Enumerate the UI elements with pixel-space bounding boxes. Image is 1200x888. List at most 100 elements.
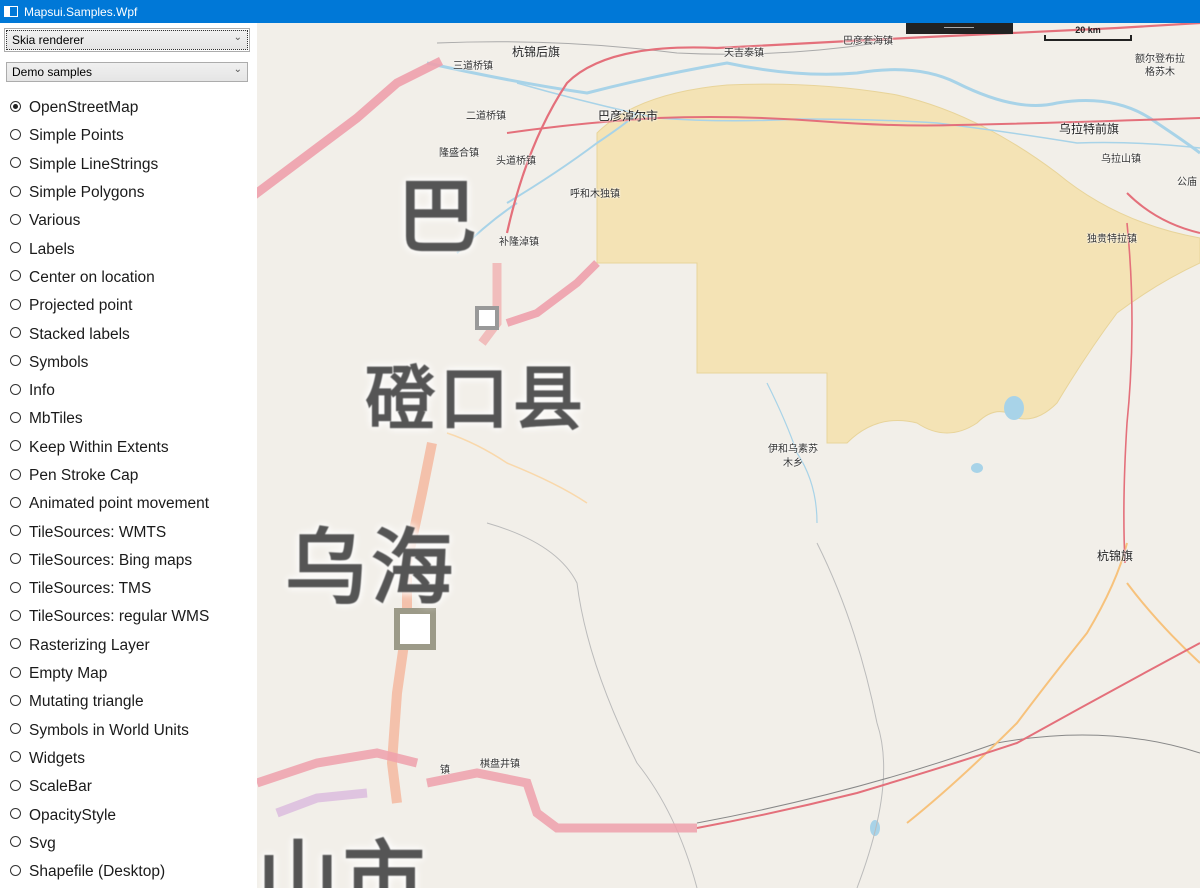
- highway: [696, 642, 1200, 829]
- radio-button[interactable]: [10, 270, 21, 282]
- sample-label: Center on location: [29, 268, 155, 286]
- renderer-select[interactable]: Skia renderer ⌄: [4, 28, 250, 52]
- radio-button[interactable]: [10, 553, 21, 565]
- map-label: 棋盘井镇: [480, 759, 520, 770]
- map-label: 木乡: [783, 458, 803, 469]
- radio-button[interactable]: [10, 525, 21, 537]
- map-label: 公庙: [1177, 177, 1197, 188]
- sample-radio-item[interactable]: Simple Polygons: [10, 179, 209, 207]
- sample-radio-item[interactable]: TileSources: TMS: [10, 575, 209, 603]
- map-label: 头道桥镇: [496, 156, 536, 167]
- sample-label: Stacked labels: [29, 325, 130, 343]
- town-marker: [475, 306, 499, 330]
- sample-radio-item[interactable]: Rasterizing Layer: [10, 632, 209, 660]
- sample-label: OpacityStyle: [29, 806, 117, 824]
- radio-button[interactable]: [10, 157, 21, 169]
- sample-radio-item[interactable]: Pen Stroke Cap: [10, 462, 209, 490]
- map-top-box: [906, 23, 1013, 34]
- title-bar: Mapsui.Samples.Wpf: [0, 0, 1200, 23]
- sample-radio-item[interactable]: Projected point: [10, 292, 209, 320]
- radio-button[interactable]: [10, 581, 21, 593]
- renderer-select-value: Skia renderer: [12, 33, 85, 47]
- scale-bar-label: 20 km: [1075, 25, 1101, 35]
- category-select[interactable]: Demo samples ⌄: [6, 62, 248, 82]
- map-label: 杭锦后旗: [512, 45, 561, 59]
- radio-button[interactable]: [10, 468, 21, 480]
- map-label: 镇: [440, 765, 450, 776]
- radio-button[interactable]: [10, 723, 21, 735]
- radio-button[interactable]: [10, 751, 21, 763]
- radio-button[interactable]: [10, 327, 21, 339]
- magnified-label: 乌海: [285, 521, 458, 616]
- radio-button[interactable]: [10, 383, 21, 395]
- radio-button[interactable]: [10, 864, 21, 876]
- sample-radio-item[interactable]: TileSources: Bing maps: [10, 547, 209, 575]
- radio-button[interactable]: [10, 213, 21, 225]
- radio-button[interactable]: [10, 242, 21, 254]
- sample-radio-item[interactable]: Symbols in World Units: [10, 717, 209, 745]
- sample-label: Widgets: [29, 749, 85, 767]
- sample-radio-item[interactable]: MbTiles: [10, 405, 209, 433]
- sample-label: Projected point: [29, 297, 133, 315]
- radio-button[interactable]: [10, 609, 21, 621]
- radio-button[interactable]: [10, 100, 21, 112]
- sample-radio-item[interactable]: Labels: [10, 235, 209, 263]
- highway-pixelated: [478, 263, 502, 346]
- window-title: Mapsui.Samples.Wpf: [24, 4, 138, 19]
- radio-button[interactable]: [10, 638, 21, 650]
- radio-button[interactable]: [10, 411, 21, 423]
- sample-label: TileSources: Bing maps: [29, 551, 193, 569]
- sample-radio-item[interactable]: Mutating triangle: [10, 688, 209, 716]
- category-select-value: Demo samples: [12, 65, 93, 79]
- magnified-label: 巴: [397, 171, 481, 264]
- sample-label: Svg: [29, 834, 56, 852]
- sample-radio-item[interactable]: Empty Map: [10, 660, 209, 688]
- sample-label: Symbols: [29, 353, 89, 371]
- sample-radio-item[interactable]: Info: [10, 377, 209, 405]
- sample-label: Shapefile (Desktop): [29, 863, 166, 881]
- radio-button[interactable]: [10, 694, 21, 706]
- radio-button[interactable]: [10, 808, 21, 820]
- sample-label: Empty Map: [29, 665, 108, 683]
- sample-radio-item[interactable]: Animated point movement: [10, 490, 209, 518]
- sample-radio-item[interactable]: Widgets: [10, 745, 209, 773]
- sample-radio-item[interactable]: TileSources: regular WMS: [10, 603, 209, 631]
- magnified-label: 山市: [257, 833, 430, 888]
- sample-radio-item[interactable]: OpacityStyle: [10, 801, 209, 829]
- sample-label: TileSources: regular WMS: [29, 608, 210, 626]
- sample-radio-item[interactable]: TileSources: WMTS: [10, 518, 209, 546]
- highway-pixelated: [426, 768, 697, 833]
- sample-label: Mutating triangle: [29, 693, 144, 711]
- radio-button[interactable]: [10, 836, 21, 848]
- radio-button[interactable]: [10, 355, 21, 367]
- radio-button[interactable]: [10, 779, 21, 791]
- sample-label: Simple LineStrings: [29, 155, 159, 173]
- scale-bar-tick: [1130, 35, 1132, 41]
- map-label: 二道桥镇: [466, 111, 506, 122]
- sample-radio-item[interactable]: Various: [10, 207, 209, 235]
- sample-label: Animated point movement: [29, 495, 210, 513]
- map-view[interactable]: 20 km 杭锦后旗 天吉泰镇 巴彦套海镇 三道桥镇 二道桥镇 巴彦淖尔市 隆盛…: [257, 23, 1200, 888]
- lake: [870, 820, 880, 836]
- radio-button[interactable]: [10, 298, 21, 310]
- radio-button[interactable]: [10, 496, 21, 508]
- sample-radio-item[interactable]: Simple LineStrings: [10, 151, 209, 179]
- sample-radio-item[interactable]: Svg: [10, 830, 209, 858]
- sample-radio-item[interactable]: Symbols: [10, 349, 209, 377]
- road: [906, 542, 1128, 824]
- radio-button[interactable]: [10, 666, 21, 678]
- map-label: 杭锦旗: [1097, 549, 1134, 563]
- radio-button[interactable]: [10, 440, 21, 452]
- sample-radio-item[interactable]: Shapefile (Desktop): [10, 858, 209, 886]
- sample-radio-item[interactable]: ScaleBar: [10, 773, 209, 801]
- sample-radio-item[interactable]: Keep Within Extents: [10, 434, 209, 462]
- sample-radio-item[interactable]: Simple Points: [10, 122, 209, 150]
- sample-radio-item[interactable]: Stacked labels: [10, 320, 209, 348]
- radio-button[interactable]: [10, 128, 21, 140]
- sample-label: ScaleBar: [29, 778, 92, 796]
- sample-label: Various: [29, 212, 81, 230]
- sample-radio-item[interactable]: OpenStreetMap: [10, 94, 209, 122]
- sample-label: Simple Points: [29, 127, 124, 145]
- sample-radio-item[interactable]: Center on location: [10, 264, 209, 292]
- radio-button[interactable]: [10, 185, 21, 197]
